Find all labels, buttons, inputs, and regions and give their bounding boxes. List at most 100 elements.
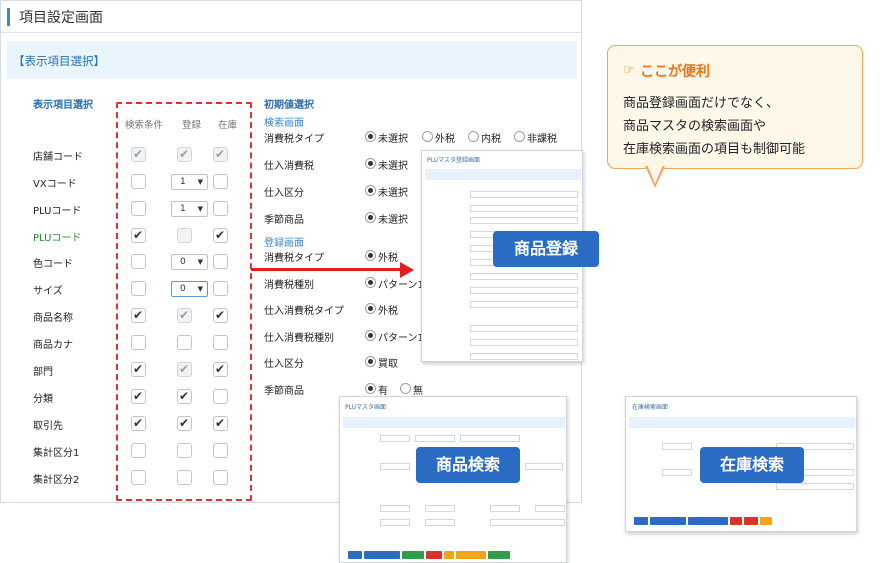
thumb-button — [456, 551, 486, 559]
radio-option[interactable] — [365, 329, 376, 341]
highlight-dashed-box — [116, 102, 252, 501]
initial-value-label: 季節商品 — [264, 215, 304, 226]
radio-option-label: 未選択 — [378, 188, 408, 199]
radio-option[interactable] — [365, 185, 376, 196]
thumb-field — [470, 301, 578, 308]
item-label: サイズ — [33, 286, 63, 297]
search-thumb-title: PLUマスタ画面 — [345, 404, 387, 411]
title-bar: 項目設定画面 — [1, 1, 581, 33]
item-label: 店舗コード — [33, 152, 83, 163]
radio-option[interactable] — [400, 383, 411, 394]
thumb-field — [470, 273, 578, 280]
radio-option-label: 未選択 — [378, 134, 408, 145]
radio-option[interactable] — [365, 131, 376, 142]
item-label: 集計区分1 — [33, 448, 80, 459]
register-thumb-bar — [425, 169, 581, 180]
search-thumb-bar — [343, 417, 565, 428]
item-label: 部門 — [33, 367, 53, 378]
initial-value-label: 仕入区分 — [264, 188, 304, 199]
thumb-field — [460, 435, 520, 442]
thumb-button — [760, 517, 772, 525]
thumb-field — [490, 519, 565, 526]
initial-value-label: 仕入区分 — [264, 359, 304, 371]
thumb-field — [470, 325, 578, 332]
thumb-field — [380, 463, 410, 470]
radio-option-label: 非課税 — [527, 134, 557, 145]
radio-option-label: 外税 — [378, 253, 398, 264]
radio-option-label: 内税 — [481, 134, 501, 145]
initial-value-label: 季節商品 — [264, 386, 304, 397]
radio-option[interactable] — [468, 131, 479, 142]
thumb-button — [364, 551, 400, 559]
thumb-field — [380, 519, 410, 526]
thumb-field — [415, 435, 455, 442]
initial-value-label: 仕入消費税 — [264, 161, 314, 172]
radio-option[interactable] — [365, 158, 376, 169]
radio-option-label: 買取 — [378, 359, 398, 371]
arrow-line — [251, 268, 401, 271]
radio-option[interactable] — [365, 356, 376, 368]
item-label: PLUコード — [33, 233, 82, 244]
item-label: VXコード — [33, 179, 77, 190]
thumb-button — [348, 551, 362, 559]
thumb-field — [535, 505, 565, 512]
initial-values-heading: 初期値選択 — [264, 100, 314, 111]
callout-line-1: 商品登録画面だけでなく、 — [623, 96, 780, 111]
stock-thumb-title: 在庫検索画面 — [632, 404, 669, 411]
initial-value-label: 仕入消費税タイプ — [264, 306, 344, 318]
thumb-field — [425, 505, 455, 512]
item-label: 集計区分2 — [33, 475, 80, 486]
thumb-button — [730, 517, 742, 525]
thumb-field — [662, 443, 692, 450]
radio-option[interactable] — [422, 131, 433, 142]
item-label: 取引先 — [33, 421, 63, 432]
radio-option[interactable] — [365, 303, 376, 315]
title-accent — [7, 8, 10, 26]
callout-title: ここが便利 — [640, 64, 710, 80]
search-screen-heading: 検索画面 — [264, 118, 304, 129]
initial-value-label: 仕入消費税種別 — [264, 332, 334, 344]
thumb-field — [490, 505, 520, 512]
initial-value-label: 消費税タイプ — [264, 253, 324, 264]
radio-option-label: 有 — [378, 386, 388, 397]
stock-badge: 在庫検索 — [700, 447, 804, 483]
radio-option-label: 外税 — [378, 306, 398, 318]
thumb-button — [744, 517, 758, 525]
search-badge: 商品検索 — [416, 447, 520, 483]
thumb-button — [426, 551, 442, 559]
thumb-field — [425, 519, 455, 526]
radio-option[interactable] — [365, 383, 376, 394]
thumb-button — [650, 517, 686, 525]
stock-thumb-bar — [629, 417, 855, 428]
thumb-button — [488, 551, 510, 559]
item-label: 色コード — [33, 259, 73, 270]
thumb-field — [525, 463, 563, 470]
register-badge: 商品登録 — [493, 231, 599, 267]
thumb-button — [634, 517, 648, 525]
thumb-field — [470, 217, 578, 224]
page-title: 項目設定画面 — [19, 10, 103, 26]
thumb-field — [470, 339, 578, 346]
item-label: 分類 — [33, 394, 53, 405]
callout-line-3: 在庫検索画面の項目も制御可能 — [623, 142, 806, 157]
thumb-field — [380, 435, 410, 442]
thumb-button — [444, 551, 454, 559]
radio-option-label: 未選択 — [378, 161, 408, 172]
arrow-head — [400, 262, 414, 278]
radio-option[interactable] — [365, 212, 376, 223]
thumb-field — [380, 505, 410, 512]
thumb-field — [776, 483, 854, 490]
pointing-hand-icon: ☞ — [623, 63, 635, 78]
radio-option[interactable] — [365, 250, 376, 261]
initial-value-label: 消費税種別 — [264, 279, 314, 291]
radio-option[interactable] — [514, 131, 525, 142]
radio-option-label: 未選択 — [378, 215, 408, 226]
register-screen-heading: 登録画面 — [264, 238, 304, 249]
radio-option-label: 無 — [413, 386, 423, 397]
thumb-button — [688, 517, 728, 525]
register-thumb-title: PLUマスタ登録画面 — [427, 157, 481, 164]
item-label: PLUコード — [33, 206, 82, 217]
thumb-field — [470, 205, 578, 212]
radio-option[interactable] — [365, 276, 376, 288]
radio-option-label: パターン1 — [378, 332, 424, 344]
